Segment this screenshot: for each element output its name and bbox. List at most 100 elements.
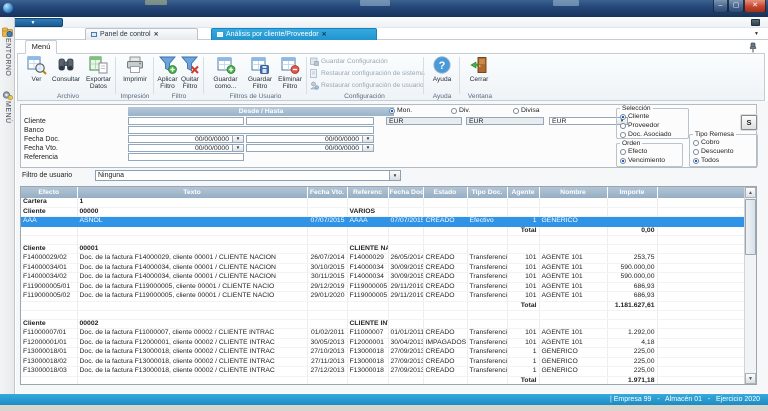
quitar-filtro-button[interactable]: Quitar Filtro — [179, 55, 201, 90]
table-row-selected[interactable]: AAAASÑOL07/07/2015AAAA07/07/2015CREADOEf… — [21, 217, 745, 227]
cerrar-button[interactable]: Cerrar — [464, 55, 494, 83]
radio-efecto[interactable]: Efecto — [620, 148, 679, 156]
column-header-agente[interactable]: Agente — [507, 187, 539, 198]
dropdown-icon[interactable]: ▼ — [232, 136, 243, 143]
window-icon — [91, 32, 97, 37]
dropdown-icon[interactable]: ▼ — [362, 145, 373, 152]
guardar-filtro-button[interactable]: Guardar Filtro — [245, 55, 275, 90]
filtro-usuario-select[interactable]: Ninguna ▼ — [95, 170, 401, 181]
restaurar-config-sistema-item[interactable]: Restaurar configuración de sistema — [310, 69, 425, 78]
restaurar-config-usuario-item[interactable]: Restaurar configuración de usuario — [310, 81, 424, 90]
table-row[interactable]: F14000034/02Doc. de la factura F14000034… — [21, 273, 745, 283]
radio-proveedor[interactable]: Proveedor — [620, 122, 685, 130]
table-row[interactable]: Cliente00001CLIENTE NACI — [21, 244, 745, 254]
tab-close-icon[interactable]: ✕ — [322, 32, 327, 38]
table-row[interactable] — [21, 236, 745, 245]
aplicar-filtro-button[interactable]: Aplicar Filtro — [156, 55, 179, 90]
cell — [657, 319, 745, 329]
radio-div-[interactable]: Div. — [451, 107, 511, 115]
scrollbar-thumb[interactable] — [745, 199, 756, 255]
scroll-up-icon[interactable]: ▲ — [745, 187, 756, 198]
imprimir-button[interactable]: Imprimir — [120, 55, 150, 83]
fecha-doc-desde-input[interactable]: 00/00/0000 ▼ — [128, 135, 244, 143]
radio-cobro[interactable]: Cobro — [693, 139, 754, 147]
table-row[interactable]: F12000001/01Doc. de la factura F12000001… — [21, 338, 745, 348]
cell — [77, 311, 307, 320]
table-row[interactable]: Total0,00 — [21, 226, 745, 236]
dropdown-icon[interactable]: ▼ — [232, 145, 243, 152]
radio-todos[interactable]: Todos — [693, 157, 754, 165]
background-window-artifact — [360, 0, 390, 6]
table-row[interactable]: F11000007/01Doc. de la factura F11000007… — [21, 329, 745, 339]
cliente-desde-input[interactable] — [128, 117, 244, 125]
cell — [467, 376, 507, 385]
radio-divisa[interactable]: Divisa — [513, 107, 573, 115]
column-header-tipo-doc-[interactable]: Tipo Doc. — [467, 187, 507, 198]
radio-dot-icon — [620, 158, 626, 164]
consultar-button[interactable]: Consultar — [51, 55, 81, 83]
fecha-vto-desde-input[interactable]: 00/00/0000 ▼ — [128, 144, 244, 152]
radio-cliente[interactable]: Cliente — [620, 113, 685, 121]
cliente-hasta-input[interactable] — [246, 117, 374, 125]
status-bar: | Empresa 99 - Almacén 01 - Ejercicio 20… — [0, 394, 768, 405]
ver-button[interactable]: Ver — [23, 55, 50, 83]
radio-vencimiento[interactable]: Vencimiento — [620, 157, 679, 165]
column-header-fecha-vto-[interactable]: Fecha Vto. — [307, 187, 347, 198]
table-row[interactable]: Cliente00000VARIOS — [21, 207, 745, 217]
close-button[interactable]: ✕ — [744, 0, 766, 13]
table-row[interactable]: Total1.971,18 — [21, 376, 745, 385]
table-row[interactable]: Total1.181.627,61 — [21, 301, 745, 311]
column-header-fecha-doc-[interactable]: Fecha Doc. — [388, 187, 423, 198]
close-window-icon — [469, 55, 489, 75]
tab-analisis-por-cliente-proveedor[interactable]: Análisis por cliente/Proveedor ✕ — [211, 28, 377, 40]
dropdown-icon[interactable]: ▼ — [362, 136, 373, 143]
radio-dot-icon — [693, 149, 699, 155]
table-row[interactable]: F14000029/02Doc. de la factura F14000029… — [21, 254, 745, 264]
guardar-como-button[interactable]: Guardar como... — [208, 55, 243, 90]
vertical-scrollbar[interactable]: ▲ ▼ — [744, 187, 756, 384]
column-header-estado[interactable]: Estado — [423, 187, 467, 198]
column-header-efecto[interactable]: Efecto — [21, 187, 77, 198]
column-header-nombre[interactable]: Nombre — [539, 187, 607, 198]
table-row[interactable]: F14000034/01Doc. de la factura F14000034… — [21, 263, 745, 273]
cell: 00002 — [77, 319, 307, 329]
maximize-button[interactable]: ▢ — [728, 0, 744, 13]
table-row[interactable]: F13000018/02Doc. de la factura F13000018… — [21, 357, 745, 367]
table-row[interactable] — [21, 311, 745, 320]
dropdown-icon[interactable]: ▼ — [389, 171, 400, 180]
chevron-down-icon[interactable]: ▼ — [754, 31, 759, 37]
sidebar-item-menu[interactable]: MENÚ — [0, 90, 15, 124]
table-row[interactable]: F119000005/01Doc. de la factura F1190000… — [21, 282, 745, 292]
eliminar-filtro-button[interactable]: Eliminar Filtro — [275, 55, 305, 90]
ayuda-button[interactable]: ? Ayuda — [427, 55, 457, 83]
s-button[interactable]: S — [741, 115, 757, 130]
fecha-doc-hasta-input[interactable]: 00/00/0000 ▼ — [246, 135, 374, 143]
scroll-down-icon[interactable]: ▼ — [745, 373, 756, 384]
table-row[interactable]: F13000018/03Doc. de la factura F13000018… — [21, 367, 745, 377]
exportar-datos-button[interactable]: Exportar Datos — [82, 55, 115, 90]
sidebar-item-entorno[interactable]: ENTORNO — [0, 27, 15, 76]
radio-descuento[interactable]: Descuento — [693, 148, 754, 156]
column-header-texto[interactable]: Texto — [77, 187, 307, 198]
cell: AGENTE 101 — [539, 263, 607, 273]
table-row[interactable]: F119000005/02Doc. de la factura F1190000… — [21, 292, 745, 302]
column-header-referenc[interactable]: Referenc — [347, 187, 388, 198]
panel-icon[interactable] — [751, 19, 760, 26]
banco-input[interactable] — [128, 126, 374, 134]
table-row[interactable]: Cliente00002CLIENTE INTR — [21, 319, 745, 329]
radio-mon-[interactable]: Mon. — [389, 107, 449, 115]
referencia-input[interactable] — [128, 153, 244, 161]
guardar-configuracion-item[interactable]: Guardar Configuración — [310, 57, 388, 66]
table-row[interactable]: F13000018/01Doc. de la factura F13000018… — [21, 348, 745, 358]
pushpin-icon[interactable] — [749, 42, 757, 53]
table-header-row[interactable]: EfectoTextoFecha Vto.ReferencFecha Doc.E… — [21, 187, 745, 198]
radio-label: Proveedor — [628, 122, 659, 130]
table-row[interactable]: Cartera1 — [21, 198, 745, 207]
fecha-vto-hasta-input[interactable]: 00/00/0000 ▼ — [246, 144, 374, 152]
ribbon-tab-menu[interactable]: Menú — [25, 40, 57, 54]
column-header-importe[interactable]: Importe — [607, 187, 657, 198]
tab-close-icon[interactable]: ✕ — [154, 32, 159, 38]
radio-doc-asociado[interactable]: Doc. Asociado — [620, 131, 685, 139]
tab-panel-de-control[interactable]: Panel de control ✕ — [85, 28, 198, 40]
minimize-button[interactable]: – — [713, 0, 728, 13]
